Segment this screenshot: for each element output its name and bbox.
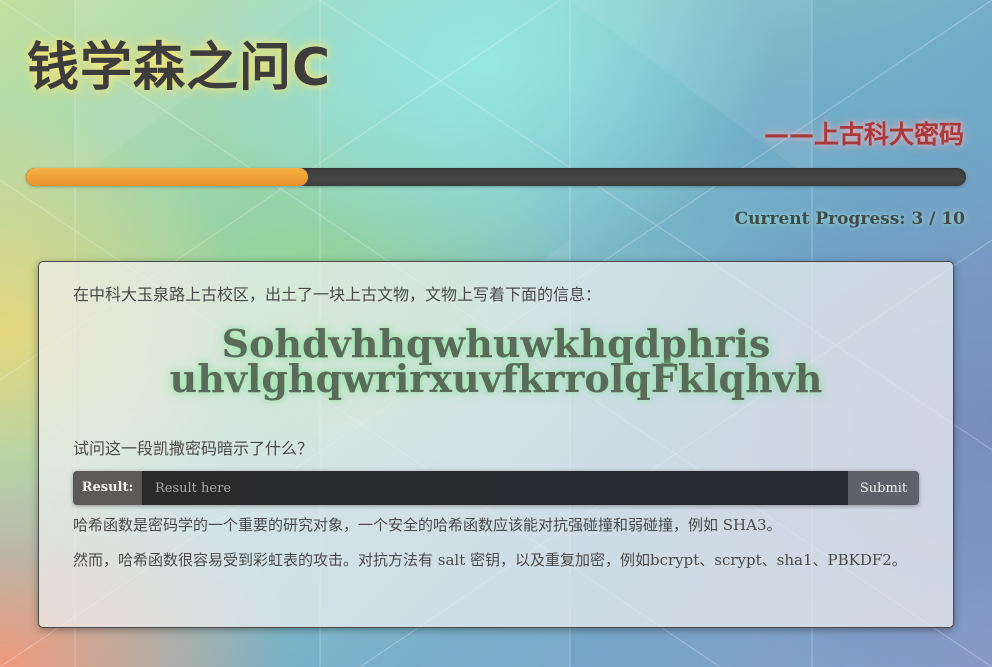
result-label: Result: xyxy=(73,471,142,505)
progress-bar-fill xyxy=(26,168,308,186)
puzzle-panel: 在中科大玉泉路上古校区，出土了一块上古文物，文物上写着下面的信息： Sohdvh… xyxy=(38,261,954,628)
hint-text: 然而，哈希函数很容易受到彩虹表的攻击。对抗方法有 salt 密钥，以及重复加密，… xyxy=(73,551,907,569)
result-input[interactable] xyxy=(142,471,848,505)
cipher-text: Sohdvhhqwhuwkhqdphris uhvlghqwrirxuvfkrr… xyxy=(39,325,953,401)
submit-button[interactable]: Submit xyxy=(848,471,919,505)
answer-form: Result: Submit xyxy=(73,471,919,505)
puzzle-question: 试问这一段凯撒密码暗示了什么？ xyxy=(73,439,314,458)
progress-bar xyxy=(26,168,966,186)
progress-text: Current Progress: 3 / 10 xyxy=(734,209,965,229)
hint-text: 哈希函数是密码学的一个重要的研究对象，一个安全的哈希函数应该能对抗强碰撞和弱碰撞… xyxy=(73,516,782,534)
puzzle-intro: 在中科大玉泉路上古校区，出土了一块上古文物，文物上写着下面的信息： xyxy=(73,285,602,304)
cipher-line: uhvlghqwrirxuvfkrrolqFklqhvh xyxy=(169,356,823,401)
app-subtitle: ——上古科大密码 xyxy=(763,120,964,149)
app-title: 钱学森之问C xyxy=(27,38,332,98)
